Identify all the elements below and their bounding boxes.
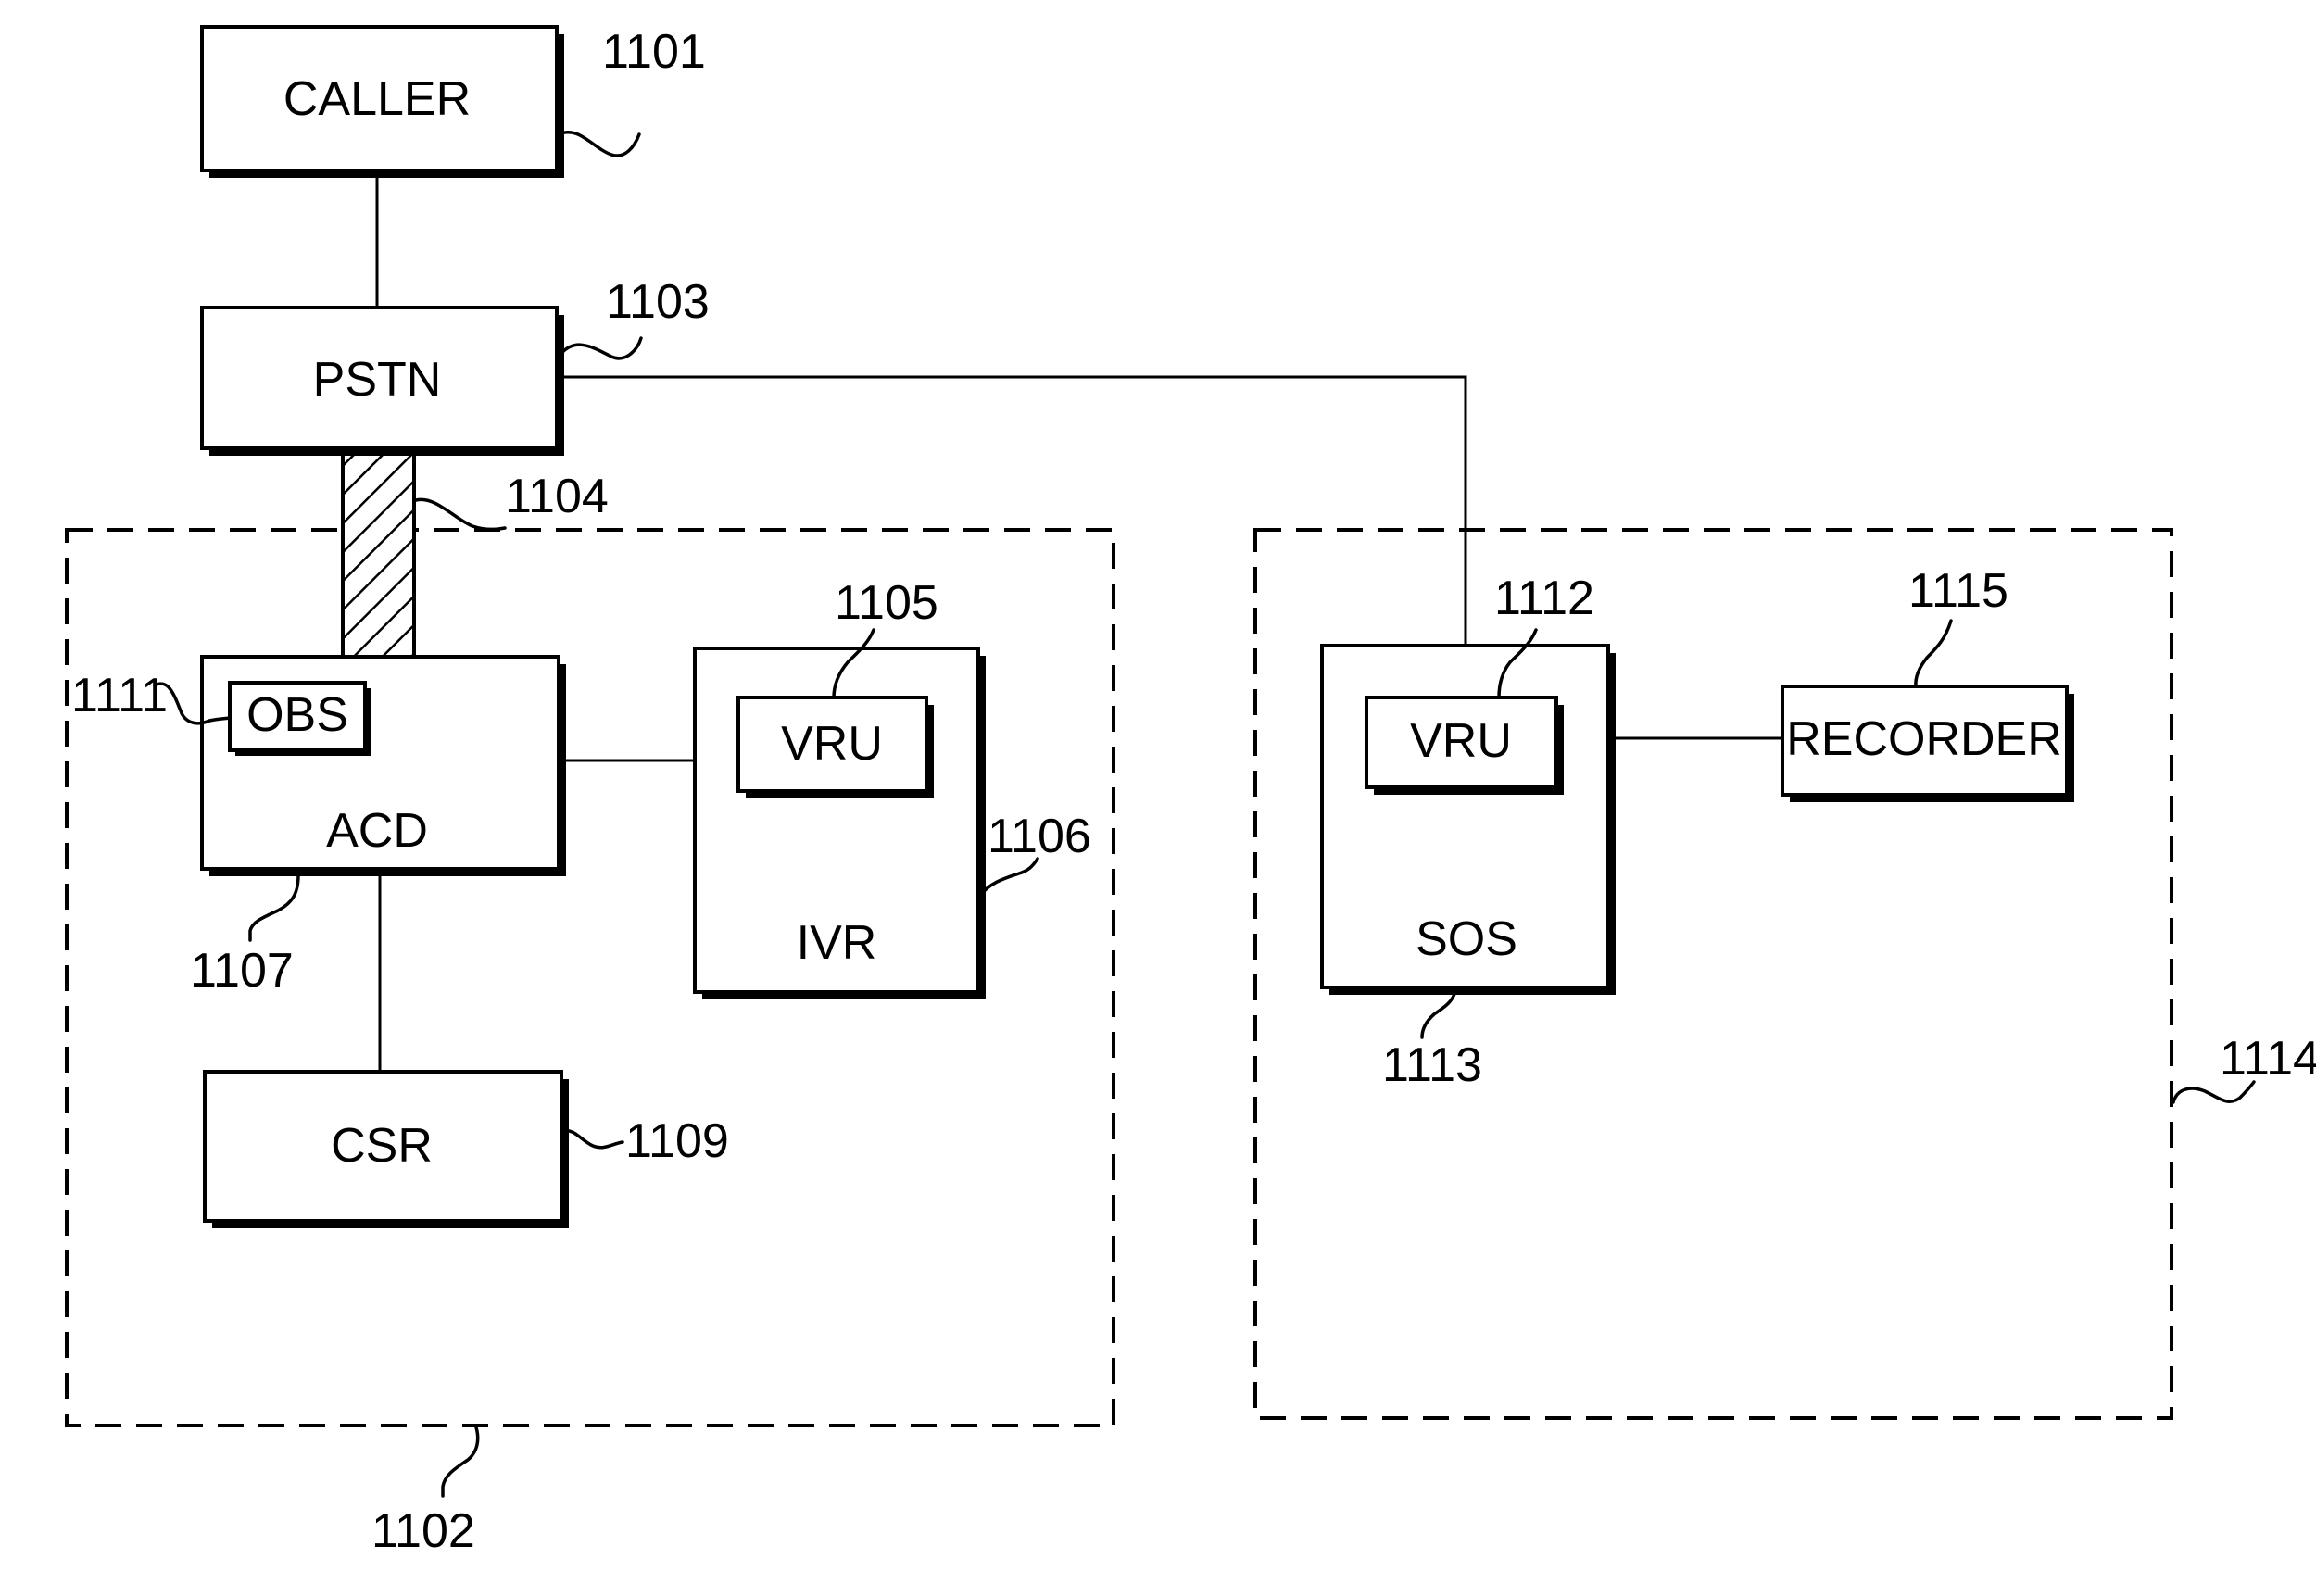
ref-1112: 1112 — [1494, 572, 1594, 625]
pstn-sos-line — [557, 375, 1467, 646]
ivr-vru-block[interactable]: VRU — [736, 696, 934, 798]
ref-1113: 1113 — [1382, 1038, 1482, 1092]
leader-1104 — [414, 497, 507, 532]
acd-label: ACD — [326, 804, 428, 858]
sos-vru-label: VRU — [1410, 714, 1512, 768]
obs-label: OBS — [246, 688, 348, 742]
ref-1115: 1115 — [1908, 564, 2008, 618]
ref-1103: 1103 — [606, 275, 710, 329]
ref-1114: 1114 — [2220, 1032, 2316, 1086]
recorder-block[interactable]: RECORDER — [1781, 685, 2074, 802]
sos-label: SOS — [1416, 912, 1517, 966]
ref-1105: 1105 — [835, 576, 938, 630]
ivr-vru-label: VRU — [781, 717, 883, 771]
ref-1101: 1101 — [602, 25, 706, 79]
leader-1113 — [1420, 989, 1457, 1039]
trunk-bar — [341, 446, 416, 659]
pstn-block[interactable]: PSTN — [200, 306, 564, 456]
ref-1109: 1109 — [625, 1114, 729, 1168]
leader-1101 — [557, 131, 641, 157]
leader-1106 — [978, 857, 1039, 898]
caller-block[interactable]: CALLER — [200, 25, 564, 178]
diagram-canvas: CALLER PSTN ACD OBS IVR VRU CSR SOS VRU … — [65, 25, 2316, 1558]
leader-1102 — [441, 1426, 480, 1498]
ref-1107: 1107 — [190, 944, 294, 998]
csr-label: CSR — [331, 1119, 433, 1173]
leader-1103 — [557, 336, 643, 360]
caller-label: CALLER — [283, 72, 471, 126]
recorder-label: RECORDER — [1786, 712, 2062, 766]
leader-1109 — [561, 1128, 624, 1150]
ref-1102: 1102 — [371, 1504, 475, 1558]
leader-1115 — [1914, 619, 1953, 688]
leader-1107 — [248, 873, 300, 942]
obs-block[interactable]: OBS — [228, 681, 371, 756]
csr-block[interactable]: CSR — [203, 1070, 569, 1228]
sos-vru-block[interactable]: VRU — [1365, 696, 1564, 795]
ivr-label: IVR — [797, 916, 877, 970]
ref-1106: 1106 — [988, 810, 1091, 863]
ref-1111: 1111 — [71, 669, 168, 723]
ref-1104: 1104 — [505, 470, 609, 523]
pstn-label: PSTN — [313, 353, 442, 407]
